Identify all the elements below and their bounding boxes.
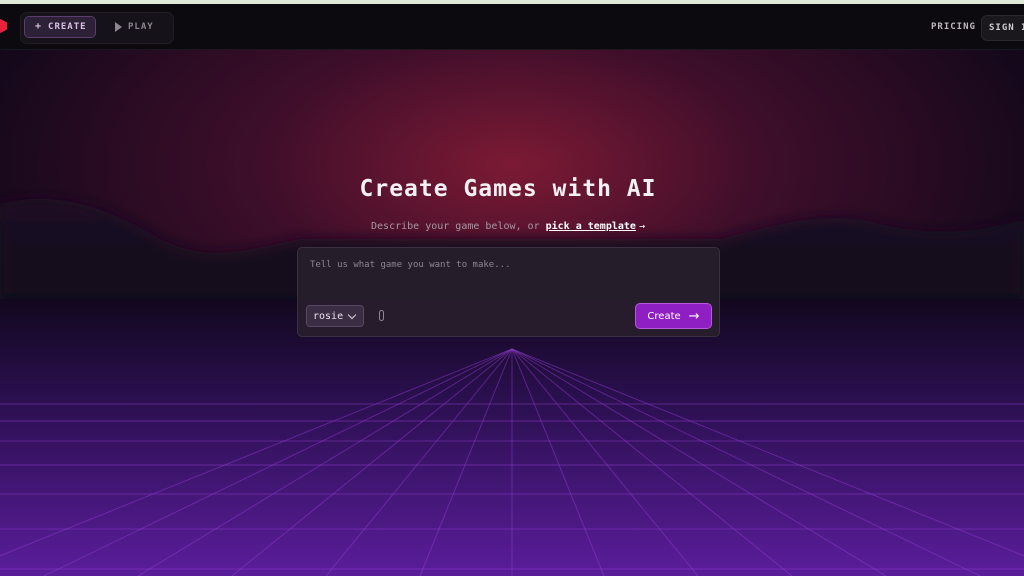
create-button-label: Create xyxy=(647,310,681,322)
page: + CREATE PLAY PRICING SIGN IN Create Gam… xyxy=(0,0,1024,576)
tab-create-label: CREATE xyxy=(48,22,87,32)
logo-icon[interactable] xyxy=(0,19,7,33)
tab-play[interactable]: PLAY xyxy=(107,16,167,38)
chevron-down-icon xyxy=(347,310,357,319)
sign-in-button[interactable]: SIGN IN xyxy=(981,15,1024,41)
game-prompt-input[interactable] xyxy=(310,255,705,275)
model-select-value: rosie xyxy=(313,310,344,322)
subtitle-text: Describe your game below, or xyxy=(371,221,540,232)
pick-template-link[interactable]: pick a template xyxy=(546,221,636,232)
attach-button[interactable] xyxy=(377,309,387,323)
model-select[interactable]: rosie xyxy=(306,305,364,327)
tab-play-label: PLAY xyxy=(128,22,154,32)
arrow-right-icon: → xyxy=(688,308,700,324)
mode-switch: + CREATE PLAY xyxy=(20,12,174,44)
tab-create[interactable]: + CREATE xyxy=(24,16,96,38)
page-title: Create Games with AI xyxy=(359,176,657,202)
create-button[interactable]: Create → xyxy=(635,303,712,329)
paperclip-icon xyxy=(379,310,384,321)
top-navbar: + CREATE PLAY PRICING SIGN IN xyxy=(0,4,1024,50)
prompt-box: rosie Create → xyxy=(297,247,720,337)
pricing-link[interactable]: PRICING xyxy=(931,22,976,32)
plus-icon: + xyxy=(35,21,43,32)
play-icon xyxy=(115,22,122,32)
arrow-right-icon: → xyxy=(638,221,645,232)
hero-subtitle: Describe your game below, or pick a temp… xyxy=(0,221,1016,232)
